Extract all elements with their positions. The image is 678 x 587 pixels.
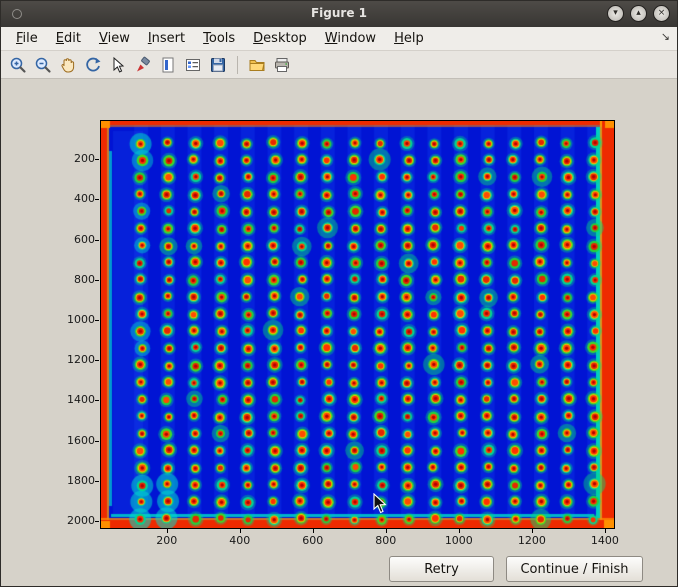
y-tick-mark: [95, 159, 99, 160]
toolbar-separator: [237, 56, 238, 74]
x-tick-mark: [167, 529, 168, 533]
zoom-out-icon[interactable]: [32, 54, 54, 76]
menu-file[interactable]: File: [7, 29, 47, 48]
titlebar[interactable]: Figure 1 ▾ ▴ ×: [1, 1, 677, 28]
maximize-button[interactable]: ▴: [630, 5, 647, 22]
y-tick-mark: [95, 320, 99, 321]
data-cursor-icon[interactable]: [107, 54, 129, 76]
menubar: File Edit View Insert Tools Desktop Wind…: [1, 27, 677, 51]
y-tick-mark: [95, 199, 99, 200]
y-tick-mark: [95, 280, 99, 281]
insert-legend-icon[interactable]: [182, 54, 204, 76]
minimize-button[interactable]: ▾: [607, 5, 624, 22]
x-tick-label: 600: [302, 534, 323, 547]
y-tick-label: 200: [55, 152, 95, 165]
y-tick-label: 600: [55, 233, 95, 246]
x-tick-label: 1000: [445, 534, 473, 547]
figure-window: Figure 1 ▾ ▴ × File Edit View Insert Too…: [0, 0, 678, 587]
menu-help[interactable]: Help: [385, 29, 433, 48]
y-tick-label: 1600: [55, 434, 95, 447]
figure-area: [1, 79, 677, 586]
open-file-icon[interactable]: [246, 54, 268, 76]
pan-icon[interactable]: [57, 54, 79, 76]
x-tick-mark: [313, 529, 314, 533]
menu-edit[interactable]: Edit: [47, 29, 90, 48]
y-tick-mark: [95, 481, 99, 482]
x-tick-label: 400: [229, 534, 250, 547]
retry-button[interactable]: Retry: [389, 556, 494, 582]
y-tick-mark: [95, 521, 99, 522]
x-tick-mark: [532, 529, 533, 533]
x-tick-label: 200: [156, 534, 177, 547]
y-tick-label: 1800: [55, 474, 95, 487]
dock-arrow-icon[interactable]: ↘: [661, 30, 670, 43]
x-tick-label: 1200: [518, 534, 546, 547]
plot-axes: [100, 120, 615, 529]
x-tick-mark: [386, 529, 387, 533]
figure-toolbar: [1, 51, 677, 79]
x-tick-label: 800: [375, 534, 396, 547]
menu-insert[interactable]: Insert: [139, 29, 194, 48]
y-tick-mark: [95, 441, 99, 442]
print-figure-icon[interactable]: [271, 54, 293, 76]
brush-icon[interactable]: [132, 54, 154, 76]
y-tick-label: 1400: [55, 393, 95, 406]
close-button[interactable]: ×: [653, 5, 670, 22]
y-tick-label: 1000: [55, 313, 95, 326]
continue-finish-button[interactable]: Continue / Finish: [506, 556, 643, 582]
x-tick-mark: [459, 529, 460, 533]
y-tick-label: 1200: [55, 353, 95, 366]
window-title: Figure 1: [1, 6, 677, 20]
y-tick-mark: [95, 240, 99, 241]
titlebar-buttons: ▾ ▴ ×: [607, 5, 670, 22]
y-tick-label: 800: [55, 273, 95, 286]
menu-view[interactable]: View: [90, 29, 139, 48]
menu-window[interactable]: Window: [316, 29, 385, 48]
y-tick-label: 400: [55, 192, 95, 205]
save-figure-icon[interactable]: [207, 54, 229, 76]
zoom-in-icon[interactable]: [7, 54, 29, 76]
menu-desktop[interactable]: Desktop: [244, 29, 316, 48]
x-tick-mark: [605, 529, 606, 533]
x-tick-mark: [240, 529, 241, 533]
rotate-3d-icon[interactable]: [82, 54, 104, 76]
x-tick-label: 1400: [591, 534, 619, 547]
y-tick-mark: [95, 360, 99, 361]
menu-tools[interactable]: Tools: [194, 29, 244, 48]
y-tick-mark: [95, 400, 99, 401]
heatmap-canvas[interactable]: [101, 121, 614, 528]
insert-colorbar-icon[interactable]: [157, 54, 179, 76]
y-tick-label: 2000: [55, 514, 95, 527]
